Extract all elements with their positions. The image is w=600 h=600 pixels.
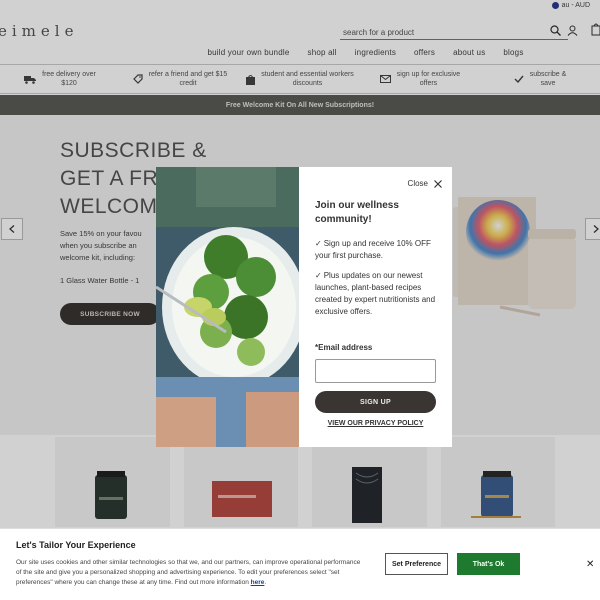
benefit-text: Plus updates on our newest launches, pla… xyxy=(315,271,436,316)
close-icon xyxy=(434,179,442,188)
email-field[interactable] xyxy=(315,359,436,383)
benefit-item: ✓ Plus updates on our newest launches, pl… xyxy=(315,270,437,318)
modal-body: Close Join our wellness community! ✓ Sign… xyxy=(299,167,452,447)
accept-cookies-button[interactable]: That's Ok xyxy=(457,553,520,575)
close-icon[interactable]: ✕ xyxy=(586,559,594,570)
cookie-title: Let's Tailor Your Experience xyxy=(16,540,136,550)
sign-up-button[interactable]: SIGN UP xyxy=(315,391,436,413)
salad-bowl-image xyxy=(156,167,299,447)
benefit-item: ✓ Sign up and receive 10% OFF your first … xyxy=(315,238,437,262)
set-preference-button[interactable]: Set Preference xyxy=(385,553,448,575)
cookie-body: Our site uses cookies and other similar … xyxy=(16,559,361,586)
cookie-text: Our site uses cookies and other similar … xyxy=(16,559,361,586)
cookie-more-link[interactable]: here xyxy=(251,579,265,586)
privacy-policy-link[interactable]: VIEW OUR PRIVACY POLICY xyxy=(315,420,436,427)
check-icon: ✓ xyxy=(315,271,322,280)
email-label: *Email address xyxy=(315,343,373,352)
newsletter-modal: Close Join our wellness community! ✓ Sign… xyxy=(156,167,452,447)
check-icon: ✓ xyxy=(315,239,322,248)
modal-close-button[interactable]: Close xyxy=(408,179,442,188)
cookie-banner: Let's Tailor Your Experience Our site us… xyxy=(0,528,600,600)
close-label: Close xyxy=(407,179,428,188)
benefit-text: Sign up and receive 10% OFF your first p… xyxy=(315,239,431,260)
modal-heading: Join our wellness community! xyxy=(315,200,399,225)
